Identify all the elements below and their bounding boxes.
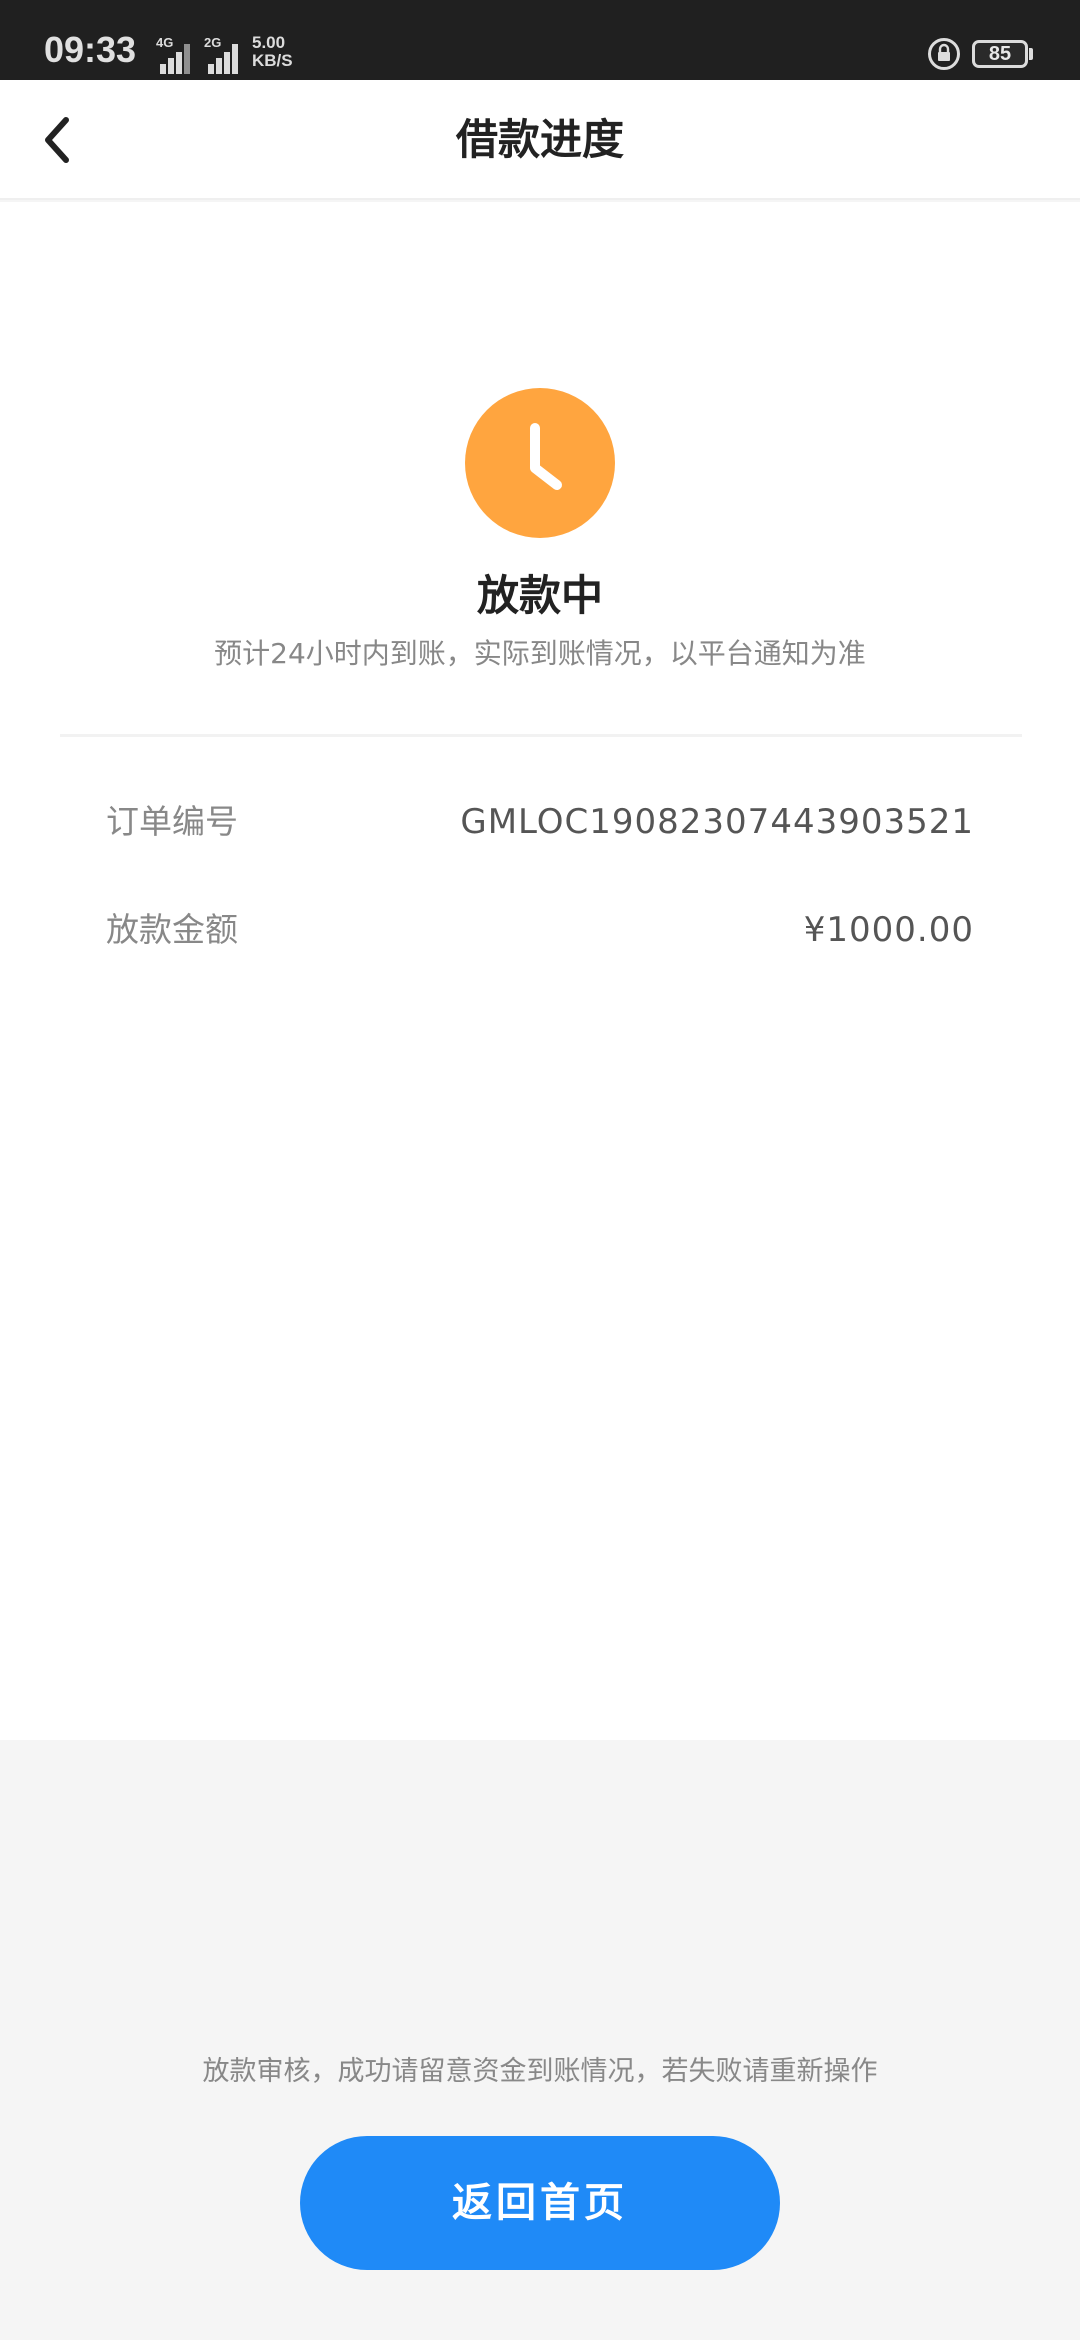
status-description: 预计24小时内到账，实际到账情况，以平台通知为准 (214, 637, 866, 670)
return-home-button[interactable]: 返回首页 (300, 2136, 780, 2270)
network-speed-value: 5.00 (252, 33, 286, 52)
network-label: 4G (156, 35, 174, 50)
signal-icon-2: 2G (196, 32, 244, 74)
loan-amount-label: 放款金额 (106, 910, 238, 949)
status-time: 09:33 (44, 29, 137, 70)
order-number-value: GMLOC19082307443903521 (460, 802, 974, 842)
network-speed-unit: KB/S (252, 51, 293, 70)
clock-icon (465, 388, 615, 538)
loan-amount-value: ¥1000.00 (803, 910, 974, 950)
status-title: 放款中 (476, 571, 603, 620)
battery-tip (1029, 48, 1033, 60)
order-number-label: 订单编号 (106, 802, 238, 841)
divider (60, 734, 1022, 737)
battery-icon: 85 (972, 40, 1028, 68)
signal-icon: 4G (140, 32, 190, 74)
bottom-note: 放款审核，成功请留意资金到账情况，若失败请重新操作 (202, 2056, 878, 2087)
page-title: 借款进度 (455, 115, 624, 164)
network-speed: 5.00 KB/S (252, 34, 312, 70)
rotation-lock-icon (928, 38, 960, 70)
network-label-2: 2G (204, 35, 222, 50)
